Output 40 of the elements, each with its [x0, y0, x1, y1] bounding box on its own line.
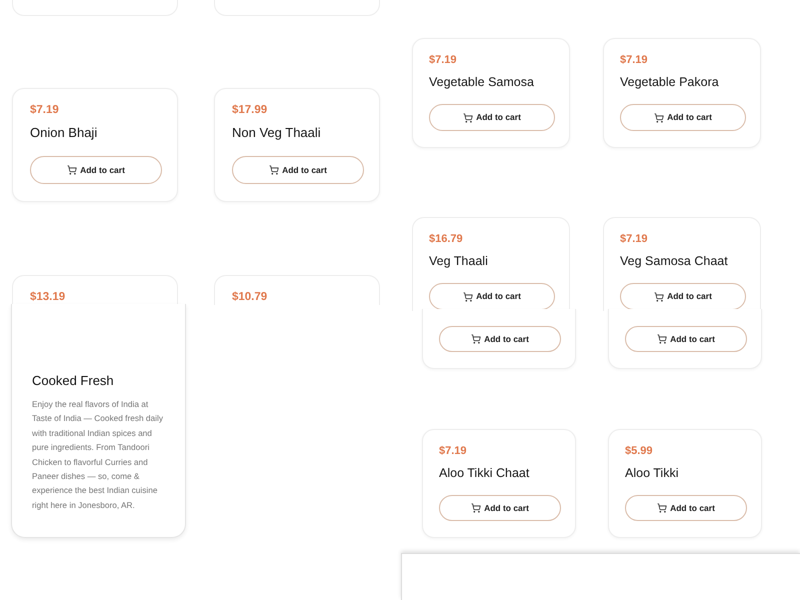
price-label: $17.99 [232, 103, 268, 117]
price-label: $7.19 [429, 53, 457, 67]
cart-icon [657, 503, 668, 513]
price-label: $7.19 [30, 103, 59, 117]
cart-icon [471, 334, 482, 344]
price-label: $10.79 [232, 290, 268, 304]
add-to-cart-button[interactable]: Add to cart [439, 495, 561, 521]
product-name: Vegetable Pakora [620, 74, 719, 91]
product-name: Veg Thaali [429, 253, 488, 270]
price-label: $7.19 [620, 53, 648, 67]
cart-icon [657, 334, 668, 344]
info-title: Cooked Fresh [32, 372, 115, 390]
cart-icon [654, 292, 664, 302]
cart-icon [471, 503, 482, 513]
add-to-cart-button[interactable]: Add to cart [620, 283, 746, 310]
add-to-cart-button[interactable]: Add to cart [429, 283, 555, 310]
cart-icon [654, 112, 664, 122]
product-name: Onion Bhaji [30, 124, 98, 142]
add-to-cart-button[interactable]: Add to cart [625, 495, 747, 521]
add-to-cart-button[interactable]: Add to cart [429, 104, 555, 131]
price-label: $13.19 [30, 290, 66, 304]
product-name: Aloo Tikki Chaat [439, 465, 530, 482]
price-label: $5.99 [625, 444, 653, 458]
add-to-cart-button[interactable]: Add to cart [439, 326, 561, 352]
info-text: Enjoy the real flavors of India at Taste of India — Cooked fresh daily with traditional Indian spices and pure ingredients. From Tandoori Chicken to flavorful Curries and Paneer dishes — so, come & experience the best Indian cuisine right here in Jonesboro, AR. [32, 398, 164, 512]
product-name: Vegetable Samosa [429, 74, 534, 91]
add-to-cart-button[interactable]: Add to cart [620, 104, 746, 131]
add-to-cart-button[interactable]: Add to cart [625, 326, 747, 352]
cart-icon [463, 292, 474, 302]
add-to-cart-button[interactable]: Add to cart [232, 156, 364, 184]
product-name: Aloo Tikki [625, 465, 678, 482]
price-label: $7.19 [439, 444, 467, 458]
price-label: $7.19 [620, 232, 648, 246]
cart-icon [67, 165, 78, 175]
add-to-cart-button[interactable]: Add to cart [30, 156, 162, 184]
product-name: Non Veg Thaali [232, 124, 321, 142]
cart-icon [463, 112, 474, 122]
product-name: Veg Samosa Chaat [620, 253, 728, 270]
price-label: $16.79 [429, 232, 463, 246]
cart-icon [269, 165, 280, 175]
